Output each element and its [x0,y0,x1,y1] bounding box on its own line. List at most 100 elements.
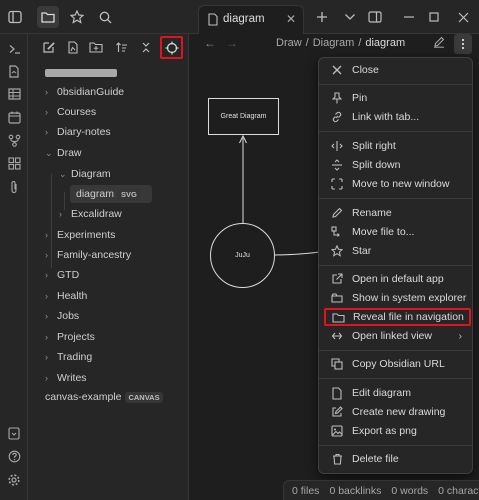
menu-item-label: Rename [352,207,392,219]
menu-item-close[interactable]: Close [325,61,468,79]
menu-item-split-right[interactable]: Split right [325,137,468,155]
diagram-box-node[interactable]: Great Diagram [208,98,279,135]
tab-diagram[interactable]: diagram ✕ [198,5,304,34]
folder-jobs[interactable]: › Jobs [45,307,79,325]
chevron-right-icon: › [45,291,48,301]
tab-list-chevron-icon[interactable] [339,6,361,28]
folder-diary-notes[interactable]: › Diary-notes [45,123,111,141]
menu-item-open-linked-view[interactable]: Open linked view › [325,327,468,345]
folder-label: Trading [57,351,93,363]
folder-projects[interactable]: › Projects [45,328,95,346]
bookmark-star-icon[interactable] [66,6,88,28]
breadcrumb-diagram-folder[interactable]: Diagram [313,37,355,49]
menu-item-label: Show in system explorer [352,292,467,304]
vault-name[interactable] [45,69,117,77]
calendar-icon[interactable] [5,108,23,126]
menu-item-move-file-to[interactable]: Move file to... [325,223,468,241]
folder-label: Experiments [57,229,116,241]
folder-excalidraw[interactable]: › Excalidraw [59,205,122,223]
tab-close-icon[interactable]: ✕ [286,12,296,26]
new-window-icon [329,178,345,190]
new-folder-icon[interactable] [86,37,106,57]
folder-icon[interactable] [37,6,59,28]
menu-item-copy-obsidian-url[interactable]: Copy Obsidian URL [325,355,468,373]
chevron-right-icon: › [45,311,48,321]
folder-courses[interactable]: › Courses [45,103,96,121]
title-bar: diagram ✕ [0,0,479,34]
node-label: Great Diagram [220,113,267,120]
menu-item-label: Split down [352,159,401,171]
breadcrumb-separator: / [305,37,309,49]
right-sidebar-toggle-icon[interactable] [364,6,386,28]
file-diagram[interactable]: diagram SVG [70,185,152,203]
folder-health[interactable]: › Health [45,287,87,305]
menu-item-delete-file[interactable]: Delete file [325,450,468,468]
help-icon[interactable] [5,447,23,465]
table-icon[interactable] [5,85,23,103]
linked-view-icon [329,330,345,342]
edit-pencil-icon[interactable] [433,36,445,48]
menu-item-label: Move to new window [352,178,450,190]
search-icon[interactable] [94,6,116,28]
sort-order-icon[interactable] [111,37,131,57]
folder-draw[interactable]: ⌄ Draw [45,144,82,162]
terminal-icon[interactable] [5,40,23,58]
menu-item-create-new-drawing[interactable]: Create new drawing [325,403,468,421]
menu-item-label: Copy Obsidian URL [352,358,445,370]
open-file-icon[interactable] [5,62,23,80]
window-close-icon[interactable] [452,6,474,28]
menu-item-edit-diagram[interactable]: Edit diagram [325,384,468,402]
maximize-icon[interactable] [423,6,445,28]
menu-divider [319,131,472,132]
menu-item-pin[interactable]: Pin [325,89,468,107]
git-icon[interactable] [5,131,23,149]
status-backlinks-count[interactable]: 0 backlinks [329,485,381,497]
chevron-right-icon: › [45,352,48,362]
vault-switch-icon[interactable] [5,424,23,442]
file-canvas-example[interactable]: canvas-example CANVAS [45,388,163,406]
ribbon [0,34,28,500]
breadcrumb-draw[interactable]: Draw [276,37,302,49]
more-options-icon[interactable] [454,34,472,54]
breadcrumb-separator: / [358,37,362,49]
sidebar-toggle-icon[interactable] [4,6,26,28]
menu-divider [319,445,472,446]
folder-label: Writes [57,372,87,384]
new-tab-icon[interactable] [311,6,333,28]
folder-gtd[interactable]: › GTD [45,266,79,284]
minimize-icon[interactable] [398,6,420,28]
file-label: canvas-example [45,391,122,403]
new-drawing-file-icon[interactable] [63,37,83,57]
submenu-chevron-icon: › [458,330,463,342]
folder-0bsidianguide[interactable]: › 0bsidianGuide [45,83,124,101]
paperclip-icon[interactable] [5,178,23,196]
folder-family-ancestry[interactable]: › Family-ancestry [45,246,131,264]
breadcrumb-current-file[interactable]: diagram [365,37,405,49]
folder-label: Projects [57,331,95,343]
menu-item-export-as-png[interactable]: Export as png [325,422,468,440]
file-type-badge: CANVAS [125,391,163,403]
collapse-all-icon[interactable] [136,37,156,57]
menu-item-move-to-new-window[interactable]: Move to new window [325,175,468,193]
menu-item-rename[interactable]: Rename [325,204,468,222]
chevron-right-icon: › [45,127,48,137]
diagram-circle-node[interactable]: JuJu [210,223,275,288]
menu-item-split-down[interactable]: Split down [325,156,468,174]
folder-trading[interactable]: › Trading [45,348,92,366]
menu-item-open-in-default-app[interactable]: Open in default app [325,270,468,288]
folder-diagram[interactable]: ⌄ Diagram [59,165,111,183]
back-arrow-icon[interactable]: ← [204,36,216,50]
settings-gear-icon[interactable] [5,471,23,489]
folder-writes[interactable]: › Writes [45,369,87,387]
chevron-right-icon: › [45,332,48,342]
chevron-right-icon: › [45,87,48,97]
menu-item-reveal-file-in-navigation[interactable]: Reveal file in navigation [324,308,471,326]
folder-experiments[interactable]: › Experiments [45,226,115,244]
menu-item-star[interactable]: Star [325,242,468,260]
reveal-active-file-icon[interactable] [160,36,183,59]
new-note-icon[interactable] [38,37,58,57]
menu-item-link-with-tab[interactable]: Link with tab... [325,108,468,126]
forward-arrow-icon[interactable]: → [226,36,238,50]
blocks-icon[interactable] [5,154,23,172]
menu-item-show-in-system-explorer[interactable]: Show in system explorer [325,289,468,307]
